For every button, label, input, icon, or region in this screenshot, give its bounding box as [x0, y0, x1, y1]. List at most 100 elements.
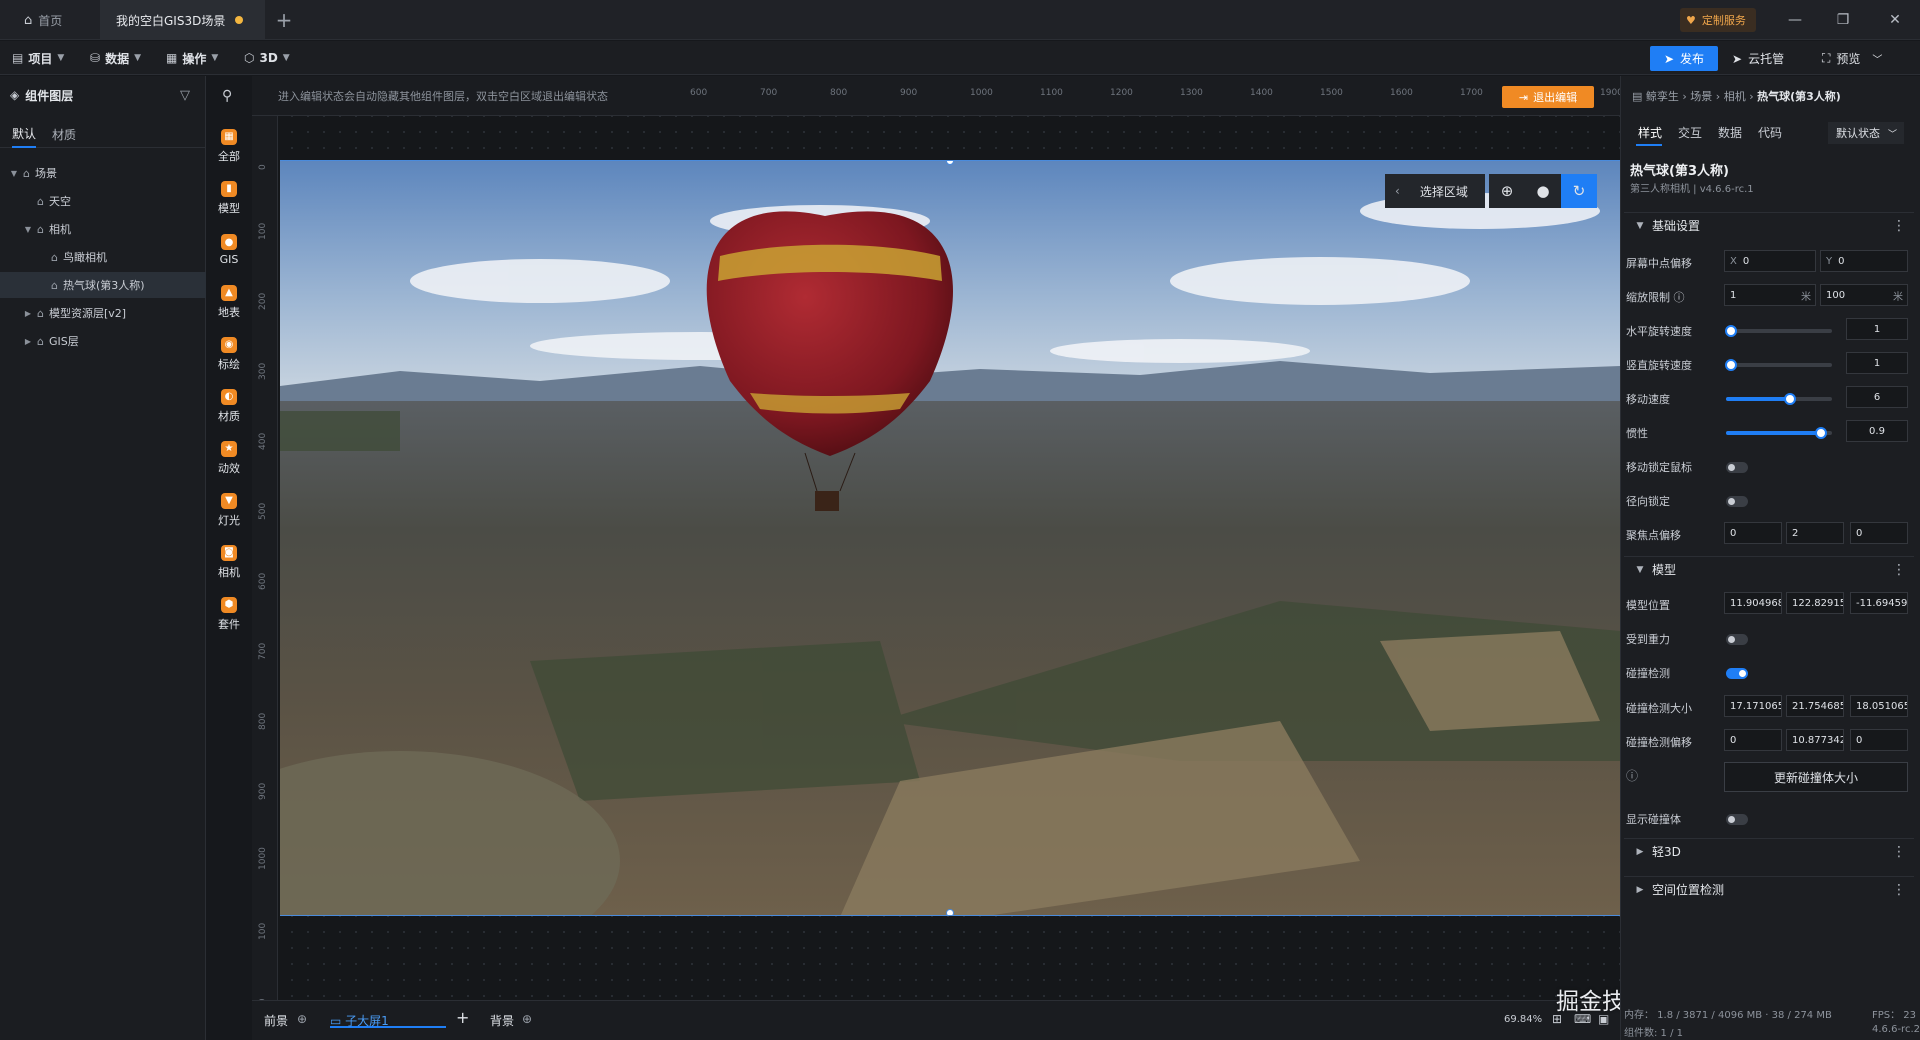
- strip-star-button[interactable]: ★ 动效: [206, 432, 252, 484]
- more-icon[interactable]: ⋮: [1892, 218, 1906, 234]
- radial-lock-toggle[interactable]: [1726, 496, 1748, 507]
- search-icon[interactable]: ⚲: [222, 88, 232, 104]
- strip-globe-button[interactable]: ● GIS: [206, 224, 252, 276]
- expand-arrow-icon[interactable]: ▼: [8, 169, 20, 178]
- collision-size-z-input[interactable]: 18.051065: [1850, 695, 1908, 717]
- section-basic[interactable]: ▼ 基础设置 ⋮: [1624, 212, 1914, 238]
- h-rotate-speed-input[interactable]: 1: [1846, 318, 1908, 340]
- tab-data[interactable]: 数据: [1718, 124, 1742, 141]
- cloud-hosting-button[interactable]: ➤ 云托管: [1732, 46, 1784, 71]
- v-rotate-speed-slider[interactable]: [1725, 359, 1832, 371]
- screen-offset-x-input[interactable]: X0: [1724, 250, 1816, 272]
- exit-edit-button[interactable]: ⇥ 退出编辑: [1502, 86, 1594, 108]
- layer-tree-item[interactable]: ▼ ⌂ 相机: [0, 216, 206, 242]
- collision-offset-x-input[interactable]: 0: [1724, 729, 1782, 751]
- publish-button[interactable]: ➤ 发布: [1650, 46, 1718, 71]
- focus-offset-z-input[interactable]: 0: [1850, 522, 1908, 544]
- strip-grid-button[interactable]: ▦ 全部: [206, 120, 252, 172]
- resize-handle-bottom[interactable]: [946, 909, 954, 915]
- menu-project[interactable]: ▤ 项目 ▼: [12, 41, 64, 75]
- globe-button[interactable]: ⊕: [1489, 174, 1525, 208]
- tab-style[interactable]: 样式: [1638, 124, 1662, 141]
- layer-tree-item[interactable]: ⌂ 鸟瞰相机: [0, 244, 206, 270]
- more-icon[interactable]: ⋮: [1892, 844, 1906, 860]
- tab-default[interactable]: 默认: [12, 120, 37, 148]
- sub-screen-tab[interactable]: ▭ 子大屏1: [330, 1000, 446, 1028]
- inertia-input[interactable]: 0.9: [1846, 420, 1908, 442]
- help-icon[interactable]: ⓘ: [1674, 291, 1685, 304]
- gravity-toggle[interactable]: [1726, 634, 1748, 645]
- strip-camera-button[interactable]: ◙ 相机: [206, 536, 252, 588]
- strip-material-button[interactable]: ◐ 材质: [206, 380, 252, 432]
- select-region-button[interactable]: ‹ 选择区域: [1385, 174, 1485, 208]
- add-foreground-icon[interactable]: ⊕: [297, 1012, 307, 1026]
- custom-service-button[interactable]: ♥ 定制服务: [1680, 8, 1756, 32]
- model-pos-x-input[interactable]: 11.904968: [1724, 592, 1782, 614]
- collision-size-x-input[interactable]: 17.1710653: [1724, 695, 1782, 717]
- screen-offset-y-input[interactable]: Y0: [1820, 250, 1908, 272]
- foreground-tab[interactable]: 前景: [264, 1012, 288, 1029]
- tab-home[interactable]: ⌂ 首页: [14, 0, 94, 40]
- focus-offset-y-input[interactable]: 2: [1786, 522, 1844, 544]
- more-icon[interactable]: ⋮: [1892, 882, 1906, 898]
- section-model[interactable]: ▼ 模型 ⋮: [1624, 556, 1914, 582]
- collision-size-y-input[interactable]: 21.754685: [1786, 695, 1844, 717]
- strip-kit-button[interactable]: ⬢ 套件: [206, 588, 252, 640]
- expand-arrow-icon[interactable]: ▶: [22, 309, 34, 318]
- tab-material[interactable]: 材质: [52, 120, 76, 148]
- move-lock-mouse-toggle[interactable]: [1726, 462, 1748, 473]
- move-speed-input[interactable]: 6: [1846, 386, 1908, 408]
- breadcrumb-item[interactable]: 鲸孪生: [1646, 90, 1679, 103]
- help-icon[interactable]: ⓘ: [1626, 767, 1638, 784]
- v-rotate-speed-input[interactable]: 1: [1846, 352, 1908, 374]
- scene-viewport[interactable]: [280, 160, 1620, 916]
- focus-offset-x-input[interactable]: 0: [1724, 522, 1782, 544]
- layer-tree-item[interactable]: ⌂ 热气球(第3人称): [0, 272, 206, 298]
- show-collider-toggle[interactable]: [1726, 814, 1748, 825]
- layer-tree-item[interactable]: ⌂ 天空: [0, 188, 206, 214]
- add-screen-button[interactable]: +: [456, 1008, 469, 1027]
- section-spatial[interactable]: ▶ 空间位置检测 ⋮: [1624, 876, 1914, 902]
- menu-operation[interactable]: ▦ 操作 ▼: [166, 41, 218, 75]
- model-pos-z-input[interactable]: -11.694591: [1850, 592, 1908, 614]
- rotate-button[interactable]: ↻: [1561, 174, 1597, 208]
- restore-button[interactable]: ❐: [1828, 8, 1858, 32]
- state-select[interactable]: 默认状态 ﹀: [1828, 122, 1904, 144]
- close-button[interactable]: ✕: [1880, 8, 1910, 32]
- tab-scene[interactable]: 我的空白GIS3D场景: [100, 0, 265, 40]
- more-icon[interactable]: ⋮: [1892, 562, 1906, 578]
- expand-arrow-icon[interactable]: ▼: [22, 225, 34, 234]
- circle-button[interactable]: ●: [1525, 174, 1561, 208]
- minimize-button[interactable]: —: [1780, 8, 1810, 32]
- preview-button[interactable]: ⛶ 预览 ﹀: [1822, 46, 1882, 71]
- layer-tree-item[interactable]: ▶ ⌂ 模型资源层[v2]: [0, 300, 206, 326]
- filter-icon[interactable]: ▽: [180, 88, 190, 103]
- menu-3d[interactable]: ⬡ 3D ▼: [244, 41, 290, 75]
- strip-pin-button[interactable]: ◉ 标绘: [206, 328, 252, 380]
- layer-tree-item[interactable]: ▶ ⌂ GIS层: [0, 328, 206, 354]
- update-collider-button[interactable]: 更新碰撞体大小: [1724, 762, 1908, 792]
- add-tab-button[interactable]: +: [272, 0, 296, 40]
- model-pos-y-input[interactable]: 122.82915: [1786, 592, 1844, 614]
- collision-offset-z-input[interactable]: 0: [1850, 729, 1908, 751]
- breadcrumb-item[interactable]: 相机: [1724, 90, 1746, 103]
- h-rotate-speed-slider[interactable]: [1725, 325, 1832, 337]
- strip-model-button[interactable]: ▮ 模型: [206, 172, 252, 224]
- layer-tree-item[interactable]: ▼ ⌂ 场景: [0, 160, 206, 186]
- tab-interaction[interactable]: 交互: [1678, 124, 1702, 141]
- tab-code[interactable]: 代码: [1758, 124, 1782, 141]
- menu-data[interactable]: ⛁ 数据 ▼: [90, 41, 141, 75]
- strip-light-button[interactable]: ▼ 灯光: [206, 484, 252, 536]
- strip-terrain-button[interactable]: ▲ 地表: [206, 276, 252, 328]
- section-light3d[interactable]: ▶ 轻3D ⋮: [1624, 838, 1914, 864]
- breadcrumb-item[interactable]: 场景: [1690, 90, 1712, 103]
- zoom-limit-min-input[interactable]: 1米: [1724, 284, 1816, 306]
- expand-arrow-icon[interactable]: ▶: [22, 337, 34, 346]
- move-speed-slider[interactable]: [1726, 393, 1832, 405]
- add-background-icon[interactable]: ⊕: [522, 1012, 532, 1026]
- collision-offset-y-input[interactable]: 10.877342: [1786, 729, 1844, 751]
- zoom-limit-max-input[interactable]: 100 米: [1820, 284, 1908, 306]
- slider-knob[interactable]: [1783, 393, 1796, 405]
- background-tab[interactable]: 背景: [490, 1012, 514, 1029]
- collision-toggle[interactable]: [1726, 668, 1748, 679]
